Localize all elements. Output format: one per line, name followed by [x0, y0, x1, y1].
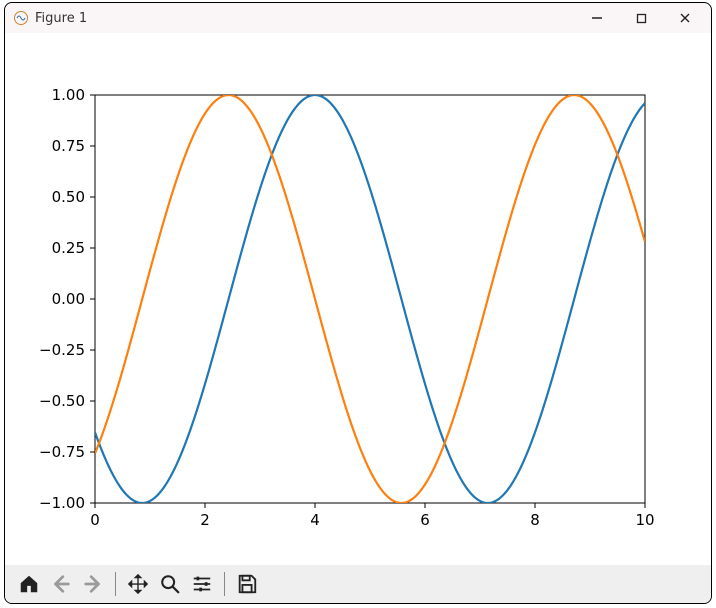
svg-text:6: 6 [420, 511, 430, 529]
svg-text:−0.75: −0.75 [39, 443, 85, 461]
svg-text:4: 4 [310, 511, 320, 529]
forward-button[interactable] [79, 570, 107, 598]
svg-text:0.00: 0.00 [52, 290, 85, 308]
window-controls [575, 3, 707, 33]
svg-text:1.00: 1.00 [52, 86, 85, 104]
svg-text:0.50: 0.50 [52, 188, 85, 206]
app-icon [13, 10, 29, 26]
svg-text:8: 8 [530, 511, 540, 529]
svg-text:2: 2 [200, 511, 210, 529]
zoom-icon [159, 573, 181, 595]
maximize-button[interactable] [619, 4, 663, 32]
svg-text:−1.00: −1.00 [39, 494, 85, 512]
svg-text:−0.25: −0.25 [39, 341, 85, 359]
home-icon [18, 573, 40, 595]
figure-window: Figure 1 0 2 4 6 8 10 −1.00 −0.75 −0.50 −0.25 0.00… [4, 2, 712, 604]
window-title: Figure 1 [35, 11, 87, 26]
configure-button[interactable] [188, 570, 216, 598]
home-button[interactable] [15, 570, 43, 598]
back-button[interactable] [47, 570, 75, 598]
sliders-icon [191, 573, 213, 595]
titlebar: Figure 1 [5, 3, 711, 33]
toolbar-separator [224, 572, 225, 596]
svg-text:−0.50: −0.50 [39, 392, 85, 410]
pan-button[interactable] [124, 570, 152, 598]
arrow-left-icon [50, 573, 72, 595]
svg-text:0.75: 0.75 [52, 137, 85, 155]
toolbar [5, 565, 712, 603]
arrow-right-icon [82, 573, 104, 595]
toolbar-separator [115, 572, 116, 596]
chart: 0 2 4 6 8 10 −1.00 −0.75 −0.50 −0.25 0.00 0.25 0.50 0… [5, 33, 712, 565]
zoom-button[interactable] [156, 570, 184, 598]
save-button[interactable] [233, 570, 261, 598]
move-icon [127, 573, 149, 595]
svg-text:0.25: 0.25 [52, 239, 85, 257]
save-icon [236, 573, 258, 595]
close-button[interactable] [663, 4, 707, 32]
plot-area: 0 2 4 6 8 10 −1.00 −0.75 −0.50 −0.25 0.00 0.25 0.50 0… [5, 33, 712, 565]
minimize-button[interactable] [575, 4, 619, 32]
svg-text:10: 10 [635, 511, 654, 529]
svg-text:0: 0 [90, 511, 100, 529]
